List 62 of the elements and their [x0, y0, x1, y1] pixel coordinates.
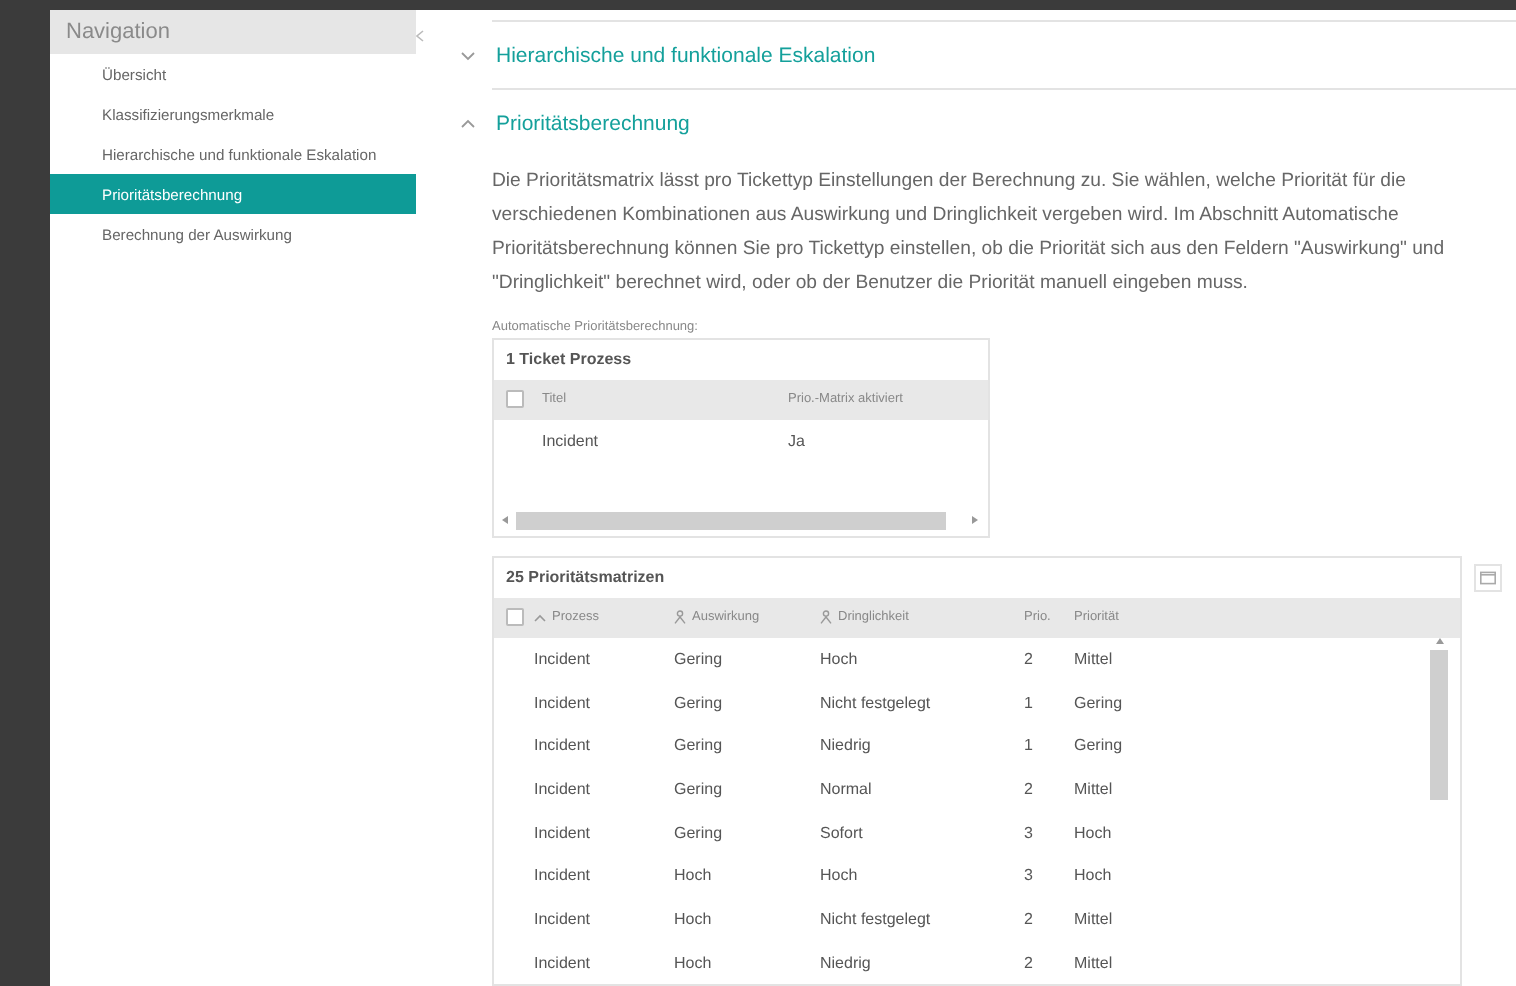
- table-cell-text: Hoch: [674, 953, 714, 972]
- table-cell-text: Hoch: [820, 866, 860, 885]
- table-cell-text: Hoch: [674, 909, 714, 928]
- table-cell-text: Hoch: [820, 649, 860, 668]
- table-cell-text: Niedrig: [820, 953, 873, 972]
- table-cell-text: 3: [1024, 866, 1035, 885]
- table-cell-text: 2: [1024, 953, 1035, 972]
- table-title: 25 Prioritätsmatrizen: [504, 566, 667, 590]
- person-icon: [820, 610, 832, 624]
- table-cell-text: Gering: [674, 779, 725, 798]
- table-cell-text: Sofort: [820, 823, 865, 842]
- arrow-up-icon[interactable]: [1435, 637, 1443, 645]
- table-cell-text: Gering: [674, 823, 725, 842]
- table-cell-text: 1: [1024, 693, 1035, 712]
- table-cell-text: Nicht festgelegt: [820, 693, 933, 712]
- table-cell-text: Incident: [534, 909, 593, 928]
- table-cell-text: Incident: [534, 649, 593, 668]
- table-cell-text: Hoch: [1074, 823, 1114, 842]
- table-cell-text: Incident: [534, 866, 593, 885]
- chevron-down-icon[interactable]: [460, 47, 476, 64]
- table-cell-text: Incident: [542, 432, 601, 450]
- table-cell-text: Normal: [820, 779, 874, 798]
- section-title[interactable]: Hierarchische und funktionale Eskalation: [496, 43, 876, 68]
- table-cell-text: Incident: [534, 693, 593, 712]
- table-cell-text: Mittel: [1074, 909, 1115, 928]
- table-cell-text: Incident: [534, 953, 593, 972]
- table-cell-text: Mittel: [1074, 779, 1115, 798]
- table-cell-text: Gering: [674, 693, 725, 712]
- table-cell-text: 2: [1024, 649, 1035, 668]
- collapse-icon[interactable]: [416, 30, 424, 42]
- table-cell-text: Incident: [534, 823, 593, 842]
- arrow-left-icon[interactable]: [502, 516, 510, 524]
- sidebar-title: Navigation: [50, 10, 416, 54]
- section-title[interactable]: Prioritätsberechnung: [496, 111, 690, 136]
- checkbox[interactable]: [506, 608, 524, 626]
- description: Die Prioritätsmatrix lässt pro Tickettyp Einstellungen der Berechnung zu. Sie wählen, welche Priorität für die verschiedenen Kombinationen aus Auswirkung und Dringlichkeit vergeben wird. Im Abschnitt Automatische Prioritätsberechnung können Sie pro Tickettyp einstellen, ob die Priorität sich aus den Feldern "Auswirkung" und "Dringlichkeit" berechnet wird, oder ob der Benutzer die Priorität manuell eingeben muss.: [492, 167, 1447, 297]
- table-cell-text: Incident: [534, 736, 593, 755]
- table-cell-text: 1: [1024, 736, 1035, 755]
- table-cell-text: 2: [1024, 779, 1035, 798]
- table-cell-text: Gering: [674, 649, 725, 668]
- table-cell-text: Mittel: [1074, 649, 1115, 668]
- checkbox[interactable]: [506, 390, 524, 408]
- table-cell-text: Ja: [788, 432, 807, 450]
- table-cell-text: Incident: [534, 779, 593, 798]
- chevron-up-icon[interactable]: [460, 115, 476, 132]
- table-cell-text: Nicht festgelegt: [820, 909, 933, 928]
- table-cell-text: Gering: [1074, 736, 1125, 755]
- table-cell-text: Mittel: [1074, 953, 1115, 972]
- table-cell-text: 3: [1024, 823, 1035, 842]
- panel-button[interactable]: [1474, 563, 1502, 591]
- table-cell-text: Gering: [1074, 693, 1125, 712]
- table-cell-text: Gering: [674, 736, 725, 755]
- horizontal-scrollbar[interactable]: [502, 511, 980, 529]
- person-icon: [674, 610, 686, 624]
- window-icon: [1480, 569, 1496, 585]
- table-cell-text: 2: [1024, 909, 1035, 928]
- arrow-right-icon[interactable]: [972, 516, 980, 524]
- table-cell-text: Hoch: [674, 866, 714, 885]
- sort-icon: [534, 613, 546, 621]
- table-cell-text: Niedrig: [820, 736, 873, 755]
- table-cell-text: Hoch: [1074, 866, 1114, 885]
- table-title: 1 Ticket Prozess: [504, 348, 634, 372]
